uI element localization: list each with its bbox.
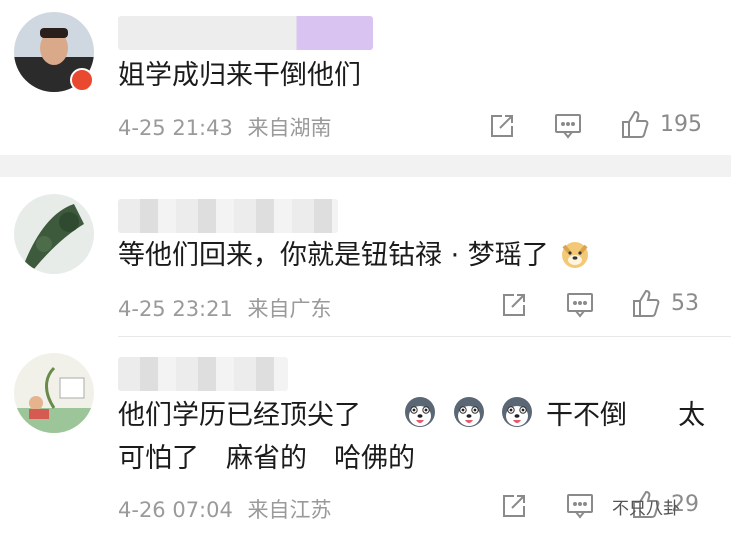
section-divider: [0, 155, 731, 177]
comment-icon[interactable]: [566, 292, 594, 322]
husky-emoji: [499, 394, 535, 444]
like-count: 53: [671, 291, 699, 316]
username-blurred[interactable]: [118, 357, 288, 391]
share-icon[interactable]: [488, 112, 516, 144]
username-blurred[interactable]: [118, 199, 338, 233]
comment-text-part: 太: [678, 400, 706, 431]
comment-icon[interactable]: [554, 113, 582, 143]
comment-meta: 4-25 23:21 来自广东: [118, 293, 340, 323]
avatar[interactable]: [14, 353, 94, 433]
comment-meta: 4-26 07:04 来自江苏: [118, 494, 340, 524]
comment-text: 姐学成归来干倒他们: [118, 60, 361, 91]
share-icon[interactable]: [500, 492, 528, 524]
comment-item: 姐学成归来干倒他们 4-25 21:43 来自湖南 195: [0, 0, 731, 155]
husky-emoji: [451, 394, 487, 444]
comment-meta: 4-25 21:43 来自湖南: [118, 112, 340, 142]
comment-location: 来自湖南: [247, 116, 332, 140]
comment-text-part: 他们学历已经顶尖了: [118, 400, 361, 431]
like-icon[interactable]: [631, 288, 661, 322]
comment-date: 4-25 23:21: [118, 297, 233, 321]
share-icon[interactable]: [500, 291, 528, 323]
doge-emoji: [559, 238, 591, 284]
avatar[interactable]: [14, 194, 94, 274]
watermark-text: 不只八卦: [612, 499, 680, 519]
verified-badge-icon: [70, 68, 94, 92]
comment-text: 等他们回来，你就是钮钴禄 · 梦瑶了: [118, 234, 593, 284]
comment-location: 来自江苏: [247, 498, 332, 522]
comment-date: 4-26 07:04: [118, 498, 233, 522]
username-blurred[interactable]: [118, 16, 373, 50]
like-icon[interactable]: [620, 109, 650, 143]
comment-icon[interactable]: [566, 493, 594, 523]
like-count: 195: [660, 112, 702, 137]
comment-text-line2: 可怕了 麻省的 哈佛的: [118, 443, 415, 474]
comment-date: 4-25 21:43: [118, 116, 233, 140]
comment-item: 等他们回来，你就是钮钴禄 · 梦瑶了 4-25 23:21 来自广东 53: [0, 177, 731, 337]
comment-location: 来自广东: [247, 297, 332, 321]
comment-text-part: 干不倒: [545, 400, 627, 431]
comment-text-body: 等他们回来，你就是钮钴禄 · 梦瑶了: [118, 240, 549, 271]
